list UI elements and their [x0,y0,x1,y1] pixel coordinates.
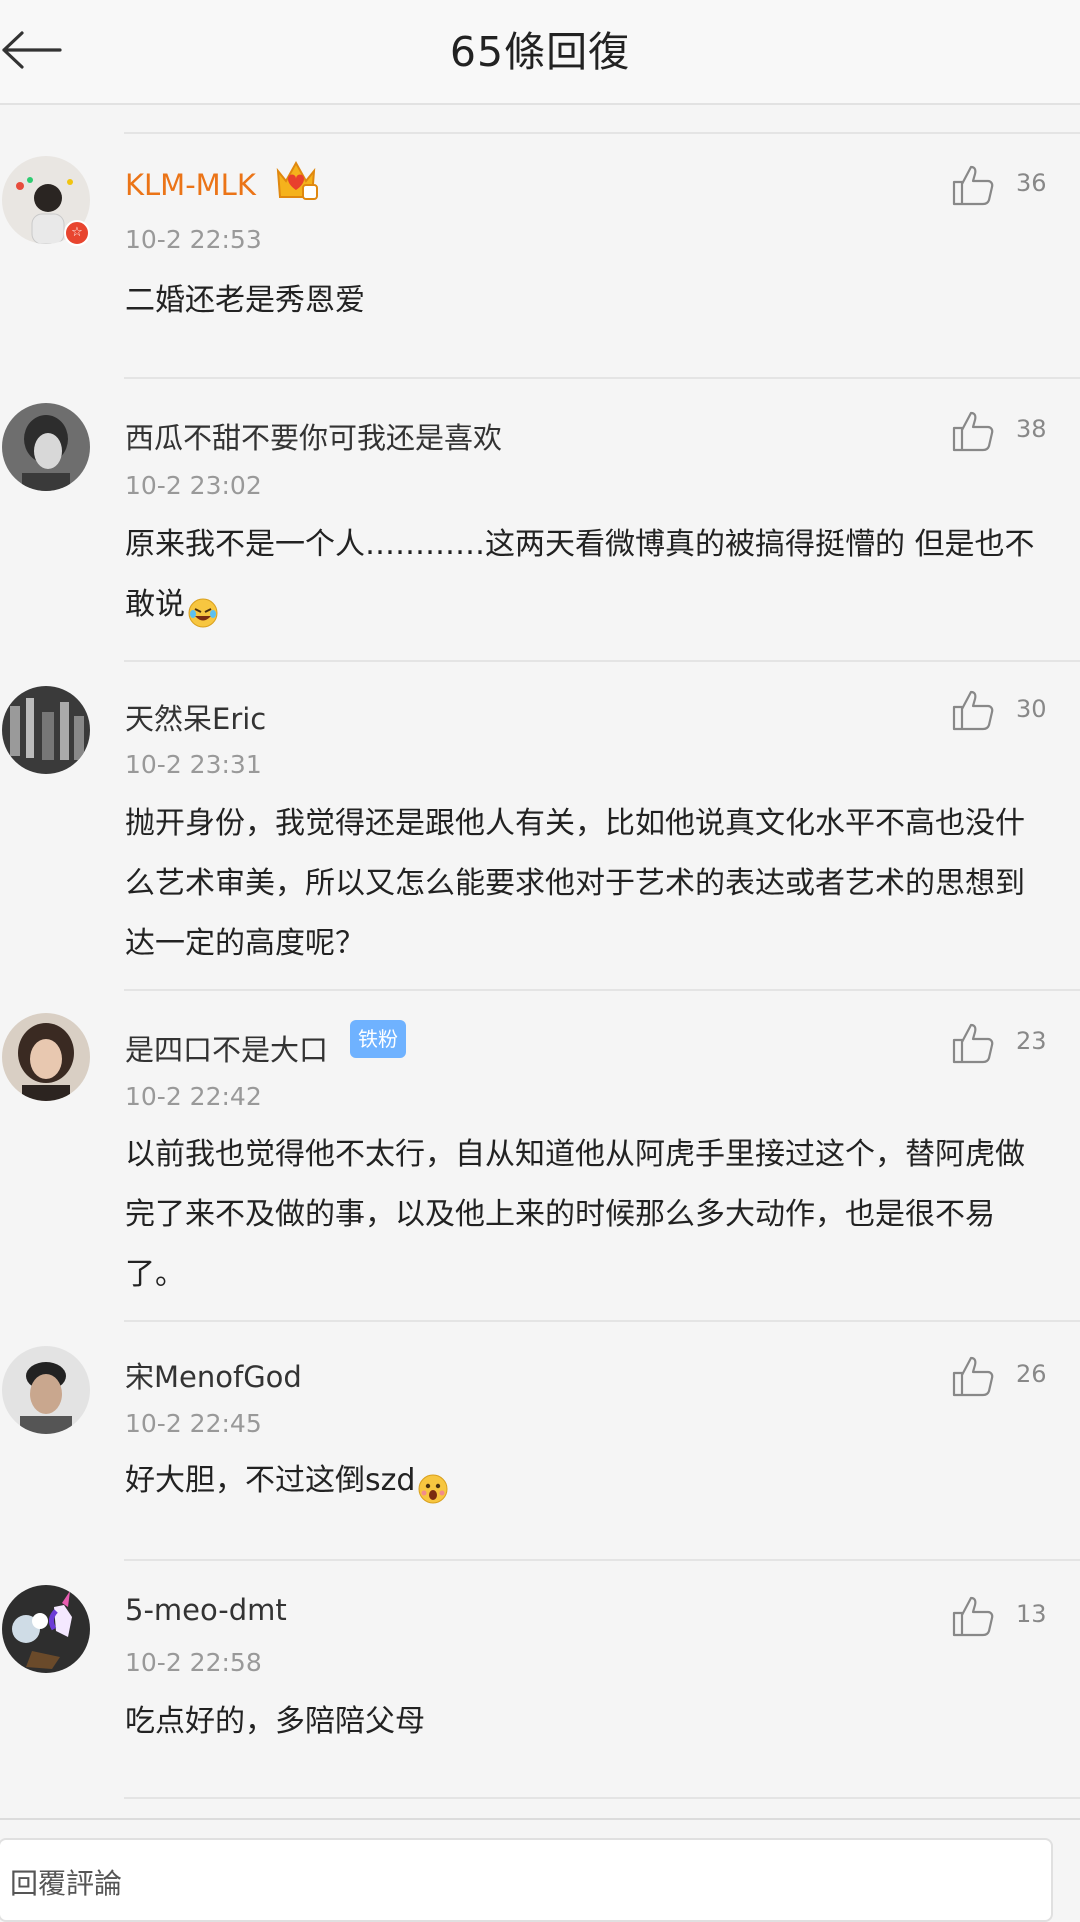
vip-crown-icon [276,160,318,200]
divider [124,132,1080,134]
like-count: 23 [1016,1027,1047,1055]
comment-item: 天然呆Eric 10-2 23:31 抛开身份，我觉得还是跟他人有关，比如他说真… [0,632,1080,961]
timestamp: 10-2 23:31 [125,750,262,779]
like-count: 26 [1016,1360,1047,1388]
like-count: 36 [1016,169,1047,197]
divider [124,1797,1080,1799]
username[interactable]: 宋MenofGod [125,1354,302,1396]
comment-text: 吃点好的，多陪陪父母 [125,1704,425,1739]
comment-item: 是四口不是大口 铁粉 10-2 22:42 以前我也觉得他不太行，自从知道他从阿… [0,957,1080,1292]
username[interactable]: 5-meo-dmt [125,1593,287,1627]
like-count: 30 [1016,695,1047,723]
like-thumb-icon[interactable] [950,1354,994,1398]
reply-comment-input[interactable]: 回覆評論 [0,1838,1053,1922]
username[interactable]: KLM-MLK [125,168,256,202]
like-thumb-icon[interactable] [950,163,994,207]
like-thumb-icon[interactable] [950,1594,994,1638]
avatar[interactable] [2,1013,90,1101]
page-title: 65條回復 [449,28,631,76]
like-thumb-icon[interactable] [950,688,994,732]
like-count: 13 [1016,1600,1047,1628]
verified-badge-icon: ☆ [64,220,90,246]
timestamp: 10-2 22:42 [125,1082,262,1111]
username[interactable]: 是四口不是大口 [125,1027,328,1069]
comment-text: 原来我不是一个人…………这两天看微博真的被搞得挺懵的 但是也不敢说 [125,515,1045,635]
comment-item: 5-meo-dmt 10-2 22:58 吃点好的，多陪陪父母 13 [0,1528,1080,1768]
fan-badge: 铁粉 [350,1020,406,1058]
divider [124,1320,1080,1322]
shocked-emoji-icon [417,1466,449,1503]
username[interactable]: 西瓜不甜不要你可我还是喜欢 [125,415,502,457]
timestamp: 10-2 22:53 [125,225,262,254]
avatar[interactable] [2,1346,90,1434]
comment-text: 好大胆，不过这倒szd [125,1451,1045,1511]
like-thumb-icon[interactable] [950,409,994,453]
comment-item: 宋MenofGod 10-2 22:45 好大胆，不过这倒szd 26 [0,1288,1080,1528]
avatar[interactable] [2,686,90,774]
comment-text: 抛开身份，我觉得还是跟他人有关，比如他说真文化水平不高也没什么艺术审美，所以又怎… [125,806,1025,961]
avatar[interactable] [2,403,90,491]
divider [124,1559,1080,1561]
top-bar: 65條回復 [0,0,1080,105]
comment-item: ☆ KLM-MLK 10-2 22:53 二婚还老是秀恩爱 36 [0,105,1080,345]
timestamp: 10-2 22:45 [125,1409,262,1438]
laugh-cry-emoji-icon [187,590,219,627]
timestamp: 10-2 22:58 [125,1648,262,1677]
comment-text: 二婚还老是秀恩爱 [125,283,365,318]
like-thumb-icon[interactable] [950,1021,994,1065]
username[interactable]: 天然呆Eric [125,696,266,738]
like-count: 38 [1016,415,1047,443]
divider [124,377,1080,379]
timestamp: 10-2 23:02 [125,471,262,500]
avatar[interactable] [2,1585,90,1673]
divider [124,989,1080,991]
comment-text: 以前我也觉得他不太行，自从知道他从阿虎手里接过这个，替阿虎做完了来不及做的事，以… [125,1137,1025,1292]
reply-bar: 回覆評論 [0,1818,1080,1922]
comment-item: 西瓜不甜不要你可我还是喜欢 10-2 23:02 原来我不是一个人…………这两天… [0,351,1080,631]
divider [124,660,1080,662]
reply-placeholder: 回覆評論 [10,1867,123,1900]
